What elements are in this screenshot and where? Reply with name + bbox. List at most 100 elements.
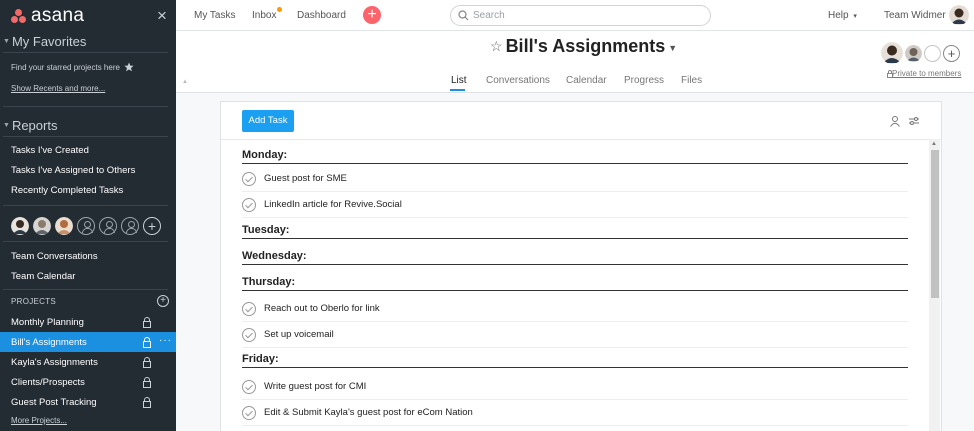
nav-my-tasks[interactable]: My Tasks	[194, 10, 236, 21]
report-recently-completed[interactable]: Recently Completed Tasks	[11, 185, 123, 196]
team-menu[interactable]: Team Widmer	[884, 10, 946, 21]
checkmark-icon[interactable]	[242, 171, 256, 186]
report-tasks-created[interactable]: Tasks I've Created	[11, 145, 89, 156]
top-bar: My Tasks Inbox Dashboard + Help ▾ Team W…	[176, 0, 974, 31]
section-thursday[interactable]: Thursday:	[242, 271, 908, 291]
team-calendar-link[interactable]: Team Calendar	[11, 271, 75, 282]
reports-header-label: Reports	[11, 118, 58, 133]
avatar[interactable]	[33, 217, 51, 235]
expand-arrow-icon[interactable]: ▲	[182, 79, 188, 85]
empty-avatar-icon[interactable]	[924, 44, 941, 62]
sidebar-project-monthly-planning[interactable]: Monthly Planning	[0, 312, 176, 332]
task-name: Guest post for SME	[264, 173, 347, 184]
more-options-icon[interactable]: ···	[159, 335, 172, 346]
task-list: Monday: Guest post for SME LinkedIn arti…	[221, 140, 929, 431]
avatar[interactable]	[55, 217, 73, 235]
add-project-icon[interactable]: +	[157, 295, 169, 307]
favorites-hint-text: Find your starred projects here	[11, 62, 120, 72]
scrollbar-thumb[interactable]	[931, 150, 939, 298]
task-row[interactable]: Write guest post for CMI ›	[242, 374, 908, 400]
lock-icon	[143, 377, 151, 388]
nav-inbox[interactable]: Inbox	[252, 10, 276, 21]
section-tuesday[interactable]: Tuesday:	[242, 219, 908, 239]
avatar[interactable]	[905, 44, 922, 62]
tab-list[interactable]: List	[451, 75, 467, 86]
collapse-triangle-icon: ▼	[3, 122, 10, 129]
chevron-down-icon: ▾	[853, 13, 857, 20]
divider	[3, 136, 168, 137]
tab-conversations[interactable]: Conversations	[486, 75, 550, 86]
favorites-header[interactable]: ▼ My Favorites	[3, 34, 86, 49]
avatar[interactable]	[11, 217, 29, 235]
more-projects-link[interactable]: More Projects...	[11, 416, 67, 425]
tab-progress[interactable]: Progress	[624, 75, 664, 86]
close-sidebar-icon[interactable]: ×	[157, 6, 167, 26]
person-icon[interactable]	[889, 115, 901, 127]
empty-avatar-icon[interactable]	[99, 217, 117, 235]
help-menu[interactable]: Help ▾	[828, 10, 857, 21]
task-row[interactable]: Set up voicemail	[242, 322, 908, 348]
tab-calendar[interactable]: Calendar	[566, 75, 607, 86]
checkmark-icon[interactable]	[242, 379, 256, 394]
task-name: LinkedIn article for Revive.Social	[264, 199, 402, 210]
project-title-area: ☆ Bill's Assignments ▼	[490, 36, 677, 57]
privacy-link[interactable]: Private to members	[892, 69, 961, 78]
nav-dashboard[interactable]: Dashboard	[297, 10, 346, 21]
section-friday[interactable]: Friday:	[242, 348, 908, 368]
add-member-icon[interactable]: +	[943, 44, 960, 62]
favorites-hint: Find your starred projects here	[11, 62, 134, 72]
filter-icon[interactable]	[908, 115, 920, 127]
report-tasks-assigned[interactable]: Tasks I've Assigned to Others	[11, 165, 135, 176]
search-input[interactable]	[473, 10, 693, 21]
sidebar: asana × ▼ My Favorites Find your starred…	[0, 0, 176, 431]
user-avatar[interactable]	[949, 5, 969, 25]
divider	[3, 289, 168, 290]
divider	[3, 52, 168, 53]
divider	[3, 241, 168, 242]
add-member-icon[interactable]: +	[143, 217, 161, 235]
lock-icon	[143, 397, 151, 408]
active-tab-indicator	[450, 89, 465, 91]
add-task-button[interactable]: Add Task	[242, 110, 294, 132]
sidebar-project-clients-prospects[interactable]: Clients/Prospects	[0, 372, 176, 392]
collapse-triangle-icon: ▼	[3, 38, 10, 45]
logo-icon	[11, 9, 27, 23]
avatar[interactable]	[881, 42, 903, 64]
tab-files[interactable]: Files	[681, 75, 702, 86]
task-row[interactable]: Guest post for SME	[242, 166, 908, 192]
reports-header[interactable]: ▼ Reports	[3, 118, 57, 133]
search-box[interactable]	[450, 5, 711, 26]
search-icon	[458, 10, 469, 21]
section-monday[interactable]: Monday:	[242, 144, 908, 164]
empty-avatar-icon[interactable]	[77, 217, 95, 235]
sidebar-project-guest-post-tracking[interactable]: Guest Post Tracking	[0, 392, 176, 412]
task-row[interactable]: LinkedIn article for Revive.Social	[242, 192, 908, 218]
star-icon[interactable]: ☆	[490, 38, 503, 55]
quick-add-button[interactable]: +	[363, 6, 381, 24]
help-label: Help	[828, 10, 849, 21]
empty-avatar-icon[interactable]	[121, 217, 139, 235]
checkmark-icon[interactable]	[242, 197, 256, 212]
project-name: Guest Post Tracking	[11, 396, 97, 408]
sidebar-project-kaylas-assignments[interactable]: Kayla's Assignments	[0, 352, 176, 372]
star-icon	[124, 62, 134, 72]
sidebar-project-bills-assignments[interactable]: Bill's Assignments ···	[0, 332, 176, 352]
task-name: Write guest post for CMI	[264, 381, 367, 392]
checkmark-icon[interactable]	[242, 327, 256, 342]
checkmark-icon[interactable]	[242, 301, 256, 316]
scroll-up-arrow-icon[interactable]: ▲	[931, 141, 937, 147]
section-wednesday[interactable]: Wednesday:	[242, 245, 908, 265]
checkmark-icon[interactable]	[242, 405, 256, 420]
asana-logo[interactable]: asana	[11, 5, 84, 26]
team-conversations-link[interactable]: Team Conversations	[11, 251, 98, 262]
show-recents-link[interactable]: Show Recents and more...	[11, 84, 105, 93]
divider	[3, 205, 168, 206]
project-name: Kayla's Assignments	[11, 356, 98, 368]
task-row[interactable]: Reach out to Oberlo for link ›	[242, 296, 908, 322]
page-title[interactable]: Bill's Assignments	[506, 36, 666, 57]
task-row[interactable]: Edit & Submit Kayla's guest post for eCo…	[242, 400, 908, 426]
task-name: Reach out to Oberlo for link	[264, 303, 380, 314]
task-list-panel: Add Task Monday: Guest post for SME Link…	[220, 101, 942, 431]
chevron-down-icon[interactable]: ▼	[668, 43, 677, 53]
divider	[3, 106, 168, 107]
